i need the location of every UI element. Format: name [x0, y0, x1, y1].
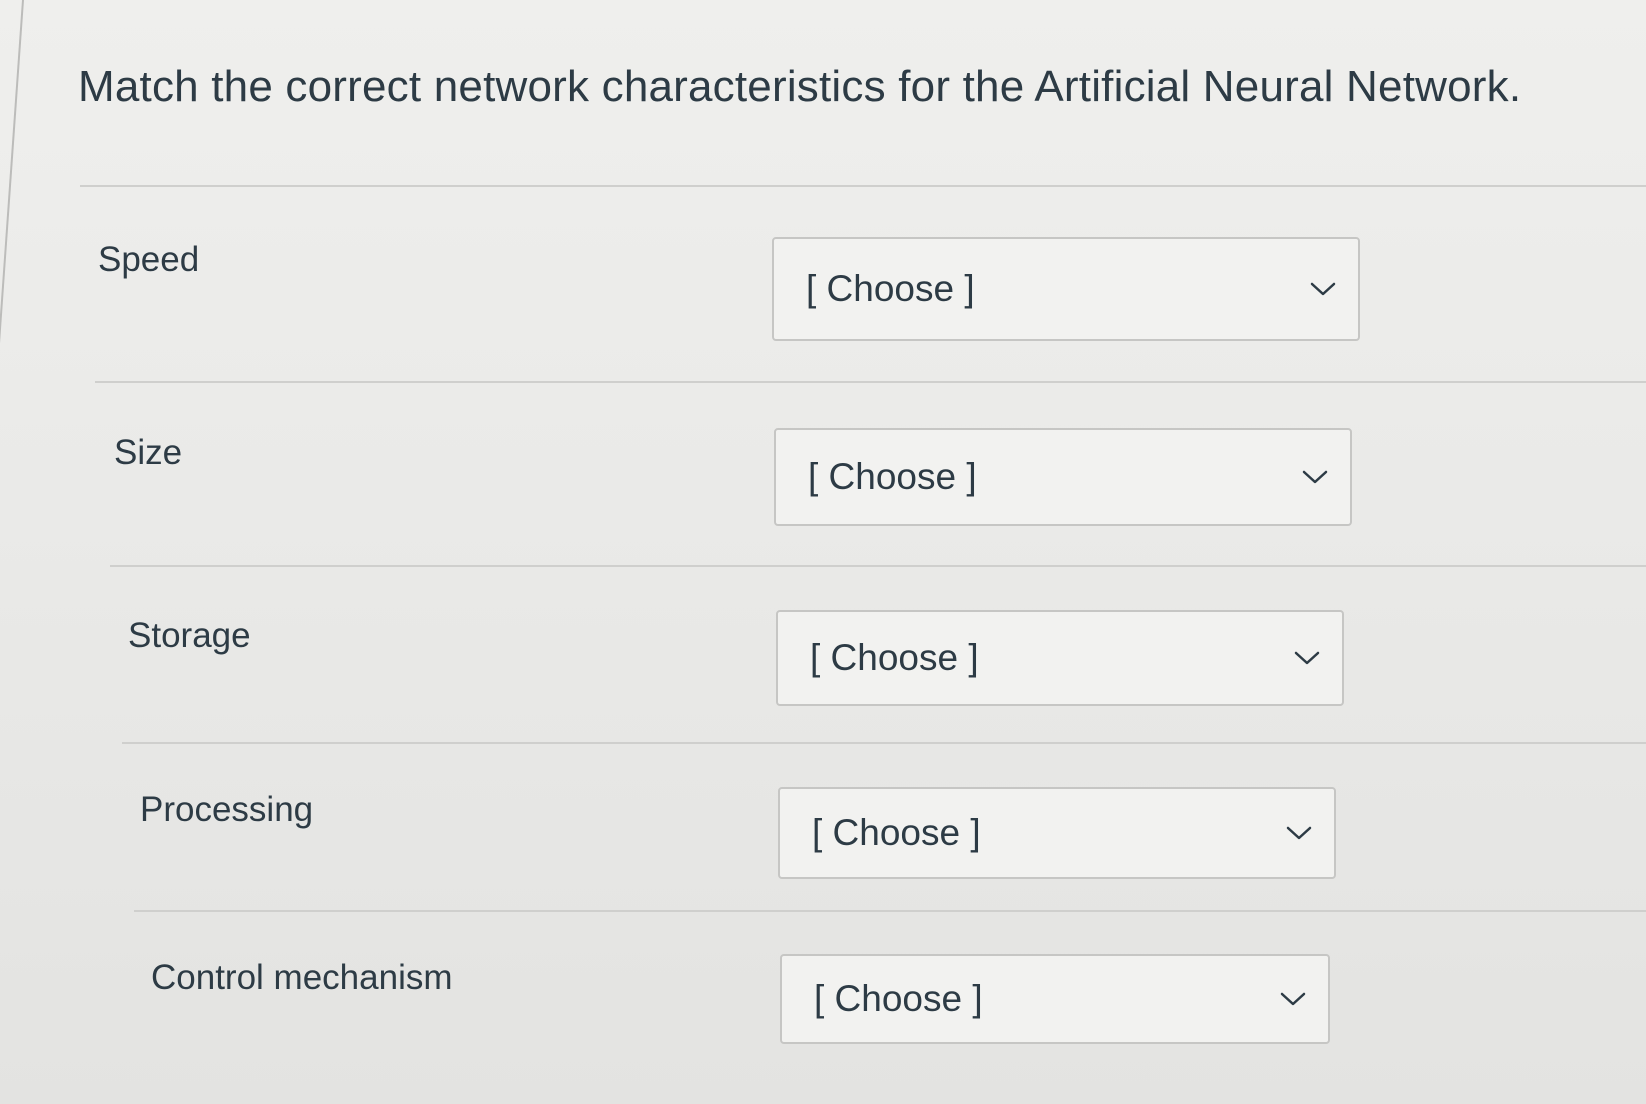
divider	[80, 185, 1646, 187]
chevron-down-icon	[1280, 992, 1306, 1006]
select-value: [ Choose ]	[810, 637, 979, 678]
control-mechanism-select[interactable]: [ Choose ]	[780, 954, 1330, 1044]
divider	[134, 910, 1646, 912]
speed-select[interactable]: [ Choose ]	[772, 237, 1360, 341]
storage-select[interactable]: [ Choose ]	[776, 610, 1344, 706]
chevron-down-icon	[1294, 651, 1320, 665]
row-label-speed: Speed	[98, 240, 200, 279]
size-select[interactable]: [ Choose ]	[774, 428, 1352, 526]
row-label-processing: Processing	[140, 790, 314, 829]
question-title: Match the correct network characteristic…	[78, 62, 1522, 111]
divider	[110, 565, 1646, 567]
chevron-down-icon	[1302, 470, 1328, 484]
row-label-control-mechanism: Control mechanism	[151, 958, 453, 997]
divider	[95, 381, 1646, 383]
processing-select[interactable]: [ Choose ]	[778, 787, 1336, 879]
select-value: [ Choose ]	[808, 456, 977, 497]
select-value: [ Choose ]	[814, 978, 983, 1019]
select-value: [ Choose ]	[812, 812, 981, 853]
select-value: [ Choose ]	[806, 268, 975, 309]
chevron-down-icon	[1286, 826, 1312, 840]
quiz-page: Match the correct network characteristic…	[0, 0, 1646, 1104]
divider	[122, 742, 1646, 744]
page-left-border	[0, 0, 25, 1104]
row-label-storage: Storage	[128, 616, 251, 655]
chevron-down-icon	[1310, 282, 1336, 296]
row-label-size: Size	[114, 433, 183, 472]
